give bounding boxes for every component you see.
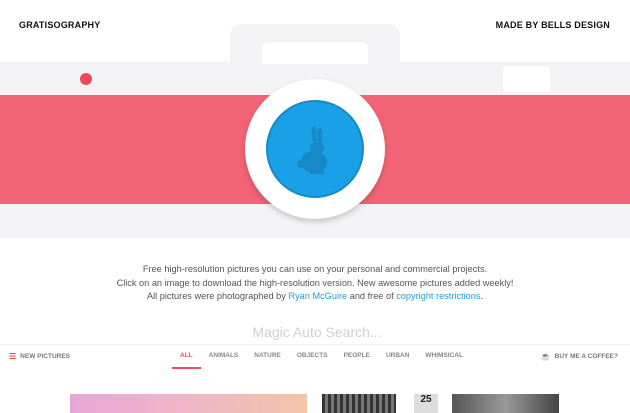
intro-line-2: Click on an image to download the high-r… — [116, 277, 514, 288]
copyright-link[interactable]: copyright restrictions — [396, 291, 480, 301]
intro-line-3-middle: and free of — [347, 291, 397, 301]
filter-whimsical[interactable]: WHIMSICAL — [417, 352, 471, 369]
photo-grid: 25 — [0, 394, 630, 413]
intro-line-3-suffix: . — [480, 291, 484, 301]
camera-record-dot — [80, 73, 92, 85]
intro-text: Free high-resolution pictures you can us… — [0, 263, 630, 304]
filter-all[interactable]: ALL — [172, 352, 201, 369]
list-icon: ☰ — [9, 352, 17, 361]
photo-thumbnail[interactable]: 25 — [414, 394, 438, 413]
filter-objects[interactable]: OBJECTS — [289, 352, 336, 369]
intro-line-3-prefix: All pictures were photographed by — [146, 291, 289, 301]
camera-lens — [245, 79, 385, 219]
buy-coffee-link[interactable]: ☕ BUY ME A COFFEE? — [541, 352, 618, 361]
camera-flash — [503, 66, 550, 92]
intro-line-3: All pictures were photographed by Ryan M… — [0, 290, 630, 304]
divider — [0, 344, 630, 345]
camera-top-cutout — [262, 42, 368, 64]
photo-thumbnail[interactable] — [70, 394, 307, 413]
filter-animals[interactable]: ANIMALS — [201, 352, 247, 369]
camera-hero-illustration — [0, 0, 630, 240]
lens-glass — [266, 100, 364, 198]
new-pictures-label: NEW PICTURES — [20, 353, 71, 360]
coffee-cup-icon: ☕ — [540, 352, 551, 361]
intro-line-1: Free high-resolution pictures you can us… — [142, 264, 488, 274]
filter-urban[interactable]: URBAN — [378, 352, 417, 369]
photo-thumbnail[interactable] — [452, 394, 559, 413]
buy-coffee-label: BUY ME A COFFEE? — [554, 353, 618, 360]
speed-sign-text: 25 — [420, 394, 432, 405]
filter-nature[interactable]: NATURE — [246, 352, 289, 369]
rabbit-icon — [297, 126, 327, 174]
filter-people[interactable]: PEOPLE — [336, 352, 378, 369]
photo-thumbnail[interactable] — [322, 394, 396, 413]
category-filters: ALL ANIMALS NATURE OBJECTS PEOPLE URBAN … — [172, 352, 471, 369]
search-input[interactable] — [200, 320, 434, 344]
photographer-link[interactable]: Ryan McGuire — [288, 291, 347, 301]
new-pictures-link[interactable]: ☰ NEW PICTURES — [9, 352, 70, 361]
